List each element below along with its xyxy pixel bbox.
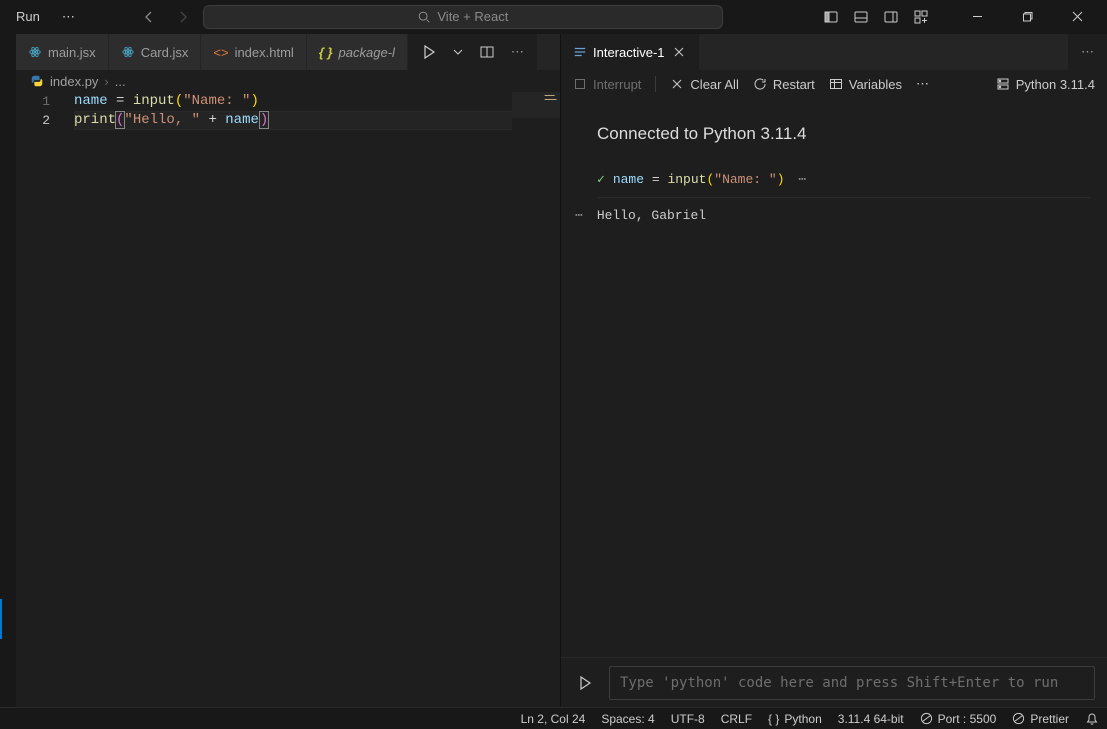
check-icon: ✓ — [597, 172, 605, 187]
connected-banner: Connected to Python 3.11.4 — [561, 106, 1107, 162]
breadcrumb[interactable]: index.py › ... — [16, 70, 560, 92]
code-editor[interactable]: 1 2 name = input("Name: ") print("Hello,… — [16, 92, 560, 707]
tab-label: Card.jsx — [141, 45, 189, 60]
editor-group-right: Interactive-1 ⋯ Interrupt Clear All — [561, 34, 1107, 707]
tab-label: main.jsx — [48, 45, 96, 60]
status-kernel[interactable]: 3.11.4 64-bit — [830, 708, 912, 729]
input-placeholder: Type 'python' code here and press Shift+… — [620, 675, 1058, 691]
output-gutter-icon[interactable]: ⋯ — [575, 208, 583, 223]
execute-icon[interactable] — [573, 671, 597, 695]
tab-label: package-l — [339, 45, 395, 60]
search-placeholder: Vite + React — [437, 9, 508, 24]
html-icon: <> — [213, 45, 228, 60]
split-editor-icon[interactable] — [474, 41, 500, 63]
interactive-input[interactable]: Type 'python' code here and press Shift+… — [609, 666, 1095, 700]
tab-bar-right: Interactive-1 ⋯ — [561, 34, 1107, 70]
minimap[interactable]: ▬▬▬▬▬▬▬▬▬▬▬ — [512, 92, 560, 707]
react-icon — [28, 45, 42, 59]
toggle-panel-icon[interactable] — [847, 3, 875, 31]
status-prettier[interactable]: Prettier — [1004, 708, 1077, 729]
status-bell[interactable] — [1077, 708, 1107, 729]
menu-more[interactable]: ⋯ — [54, 5, 83, 29]
run-icon[interactable] — [416, 41, 442, 63]
chevron-down-icon[interactable] — [448, 44, 468, 60]
tab-bar-left: main.jsx Card.jsx <> index.html { } pack… — [16, 34, 560, 70]
tab-card-jsx[interactable]: Card.jsx — [109, 34, 202, 70]
customize-layout-icon[interactable] — [907, 3, 935, 31]
toolbar-more[interactable]: ⋯ — [916, 76, 929, 92]
command-center-search[interactable]: Vite + React — [203, 5, 723, 29]
close-icon[interactable] — [671, 44, 687, 60]
tab-interactive[interactable]: Interactive-1 — [561, 34, 700, 70]
editor-group-left: main.jsx Card.jsx <> index.html { } pack… — [16, 34, 561, 707]
interactive-icon — [573, 45, 587, 59]
interrupt-button[interactable]: Interrupt — [573, 77, 641, 92]
workbench: main.jsx Card.jsx <> index.html { } pack… — [0, 34, 1107, 707]
status-lncol[interactable]: Ln 2, Col 24 — [513, 708, 594, 729]
cell-output: ⋯ Hello, Gabriel — [561, 202, 1107, 223]
braces-icon: { } — [768, 712, 779, 726]
status-encoding[interactable]: UTF-8 — [663, 708, 713, 729]
interactive-body: Connected to Python 3.11.4 ✓name = input… — [561, 98, 1107, 657]
layout-controls — [817, 3, 935, 31]
kernel-picker[interactable]: Python 3.11.4 — [996, 77, 1095, 92]
window-minimize[interactable] — [955, 0, 999, 34]
tab-index-html[interactable]: <> index.html — [201, 34, 306, 70]
window-restore[interactable] — [1005, 0, 1049, 34]
interactive-input-row: Type 'python' code here and press Shift+… — [561, 657, 1107, 707]
toggle-sidebar-right-icon[interactable] — [877, 3, 905, 31]
clear-all-button[interactable]: Clear All — [670, 77, 738, 92]
server-icon — [996, 77, 1010, 91]
broadcast-icon — [920, 712, 933, 725]
status-language[interactable]: { } Python — [760, 708, 830, 729]
nav-forward[interactable] — [169, 5, 197, 29]
status-port[interactable]: Port : 5500 — [912, 708, 1005, 729]
interactive-toolbar: Interrupt Clear All Restart Variables ⋯ — [561, 70, 1107, 98]
activity-bar — [0, 34, 16, 707]
search-icon — [417, 10, 431, 24]
output-text: Hello, Gabriel — [597, 208, 706, 223]
json-icon: { } — [319, 45, 333, 60]
tab-label: Interactive-1 — [593, 45, 665, 60]
breadcrumb-file: index.py — [50, 74, 98, 89]
window-close[interactable] — [1055, 0, 1099, 34]
cell-more-icon[interactable]: ⋯ — [791, 172, 807, 187]
editor-actions-right: ⋯ — [1068, 34, 1107, 70]
nav-back[interactable] — [135, 5, 163, 29]
more-actions-icon[interactable]: ⋯ — [506, 41, 529, 63]
restart-button[interactable]: Restart — [753, 77, 815, 92]
status-spaces[interactable]: Spaces: 4 — [593, 708, 662, 729]
gutter: 1 2 — [16, 92, 64, 707]
bell-icon — [1085, 712, 1099, 726]
code-lines: name = input("Name: ") print("Hello, " +… — [74, 92, 560, 130]
tab-label: index.html — [235, 45, 294, 60]
toggle-sidebar-left-icon[interactable] — [817, 3, 845, 31]
python-icon — [30, 74, 44, 88]
more-actions-icon[interactable]: ⋯ — [1076, 41, 1099, 63]
tab-package-lock[interactable]: { } package-l — [307, 34, 408, 70]
executed-cell[interactable]: ✓name = input("Name: ") ⋯ — [597, 166, 1091, 198]
title-bar: Run ⋯ Vite + React — [0, 0, 1107, 34]
editor-actions-left: ⋯ — [408, 34, 537, 70]
react-icon — [121, 45, 135, 59]
variables-button[interactable]: Variables — [829, 77, 902, 92]
tab-main-jsx[interactable]: main.jsx — [16, 34, 109, 70]
breadcrumb-rest: ... — [115, 74, 126, 89]
status-bar: Ln 2, Col 24 Spaces: 4 UTF-8 CRLF { } Py… — [0, 707, 1107, 729]
menu-run[interactable]: Run — [8, 5, 48, 28]
status-eol[interactable]: CRLF — [713, 708, 760, 729]
prettier-icon — [1012, 712, 1025, 725]
